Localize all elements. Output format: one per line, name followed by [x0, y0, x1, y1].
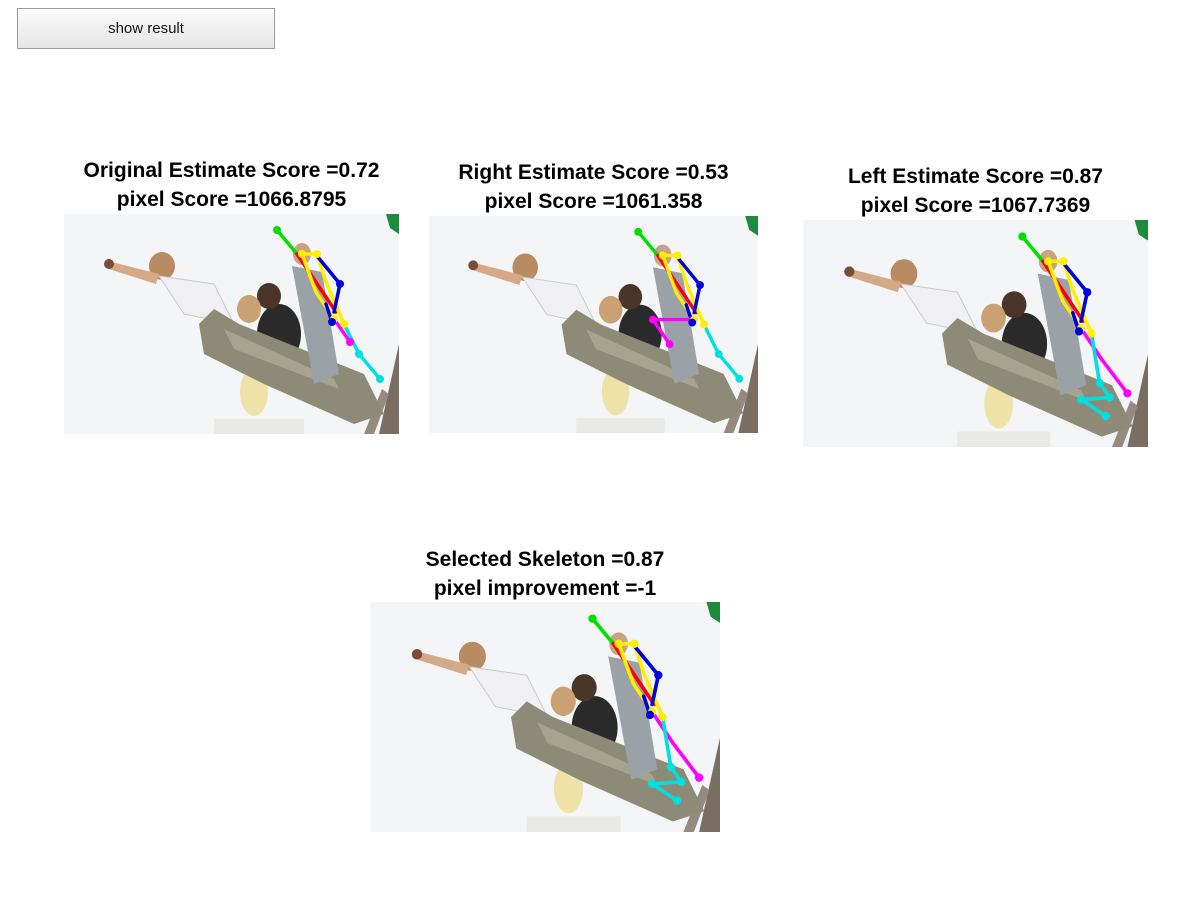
panel-title: Left Estimate Score =0.87 pixel Score =1… [803, 162, 1148, 220]
pose-image [429, 216, 758, 433]
pose-image [370, 602, 720, 832]
panel-title: Original Estimate Score =0.72 pixel Scor… [64, 156, 399, 214]
score-label: Original Estimate Score =0.72 [83, 159, 380, 182]
selected-skeleton-panel: Selected Skeleton =0.87 pixel improvemen… [370, 545, 720, 835]
left-estimate-panel: Left Estimate Score =0.87 pixel Score =1… [803, 162, 1148, 448]
pixel-score-label: pixel Score =1061.358 [484, 190, 703, 213]
pixel-score-label: pixel Score =1066.8795 [116, 188, 347, 211]
original-estimate-panel: Original Estimate Score =0.72 pixel Scor… [64, 156, 399, 436]
score-label: Right Estimate Score =0.53 [458, 161, 729, 184]
pose-image [64, 214, 399, 434]
score-label: Left Estimate Score =0.87 [847, 165, 1104, 188]
right-estimate-panel: Right Estimate Score =0.53 pixel Score =… [429, 158, 758, 434]
pose-image [803, 220, 1148, 447]
pixel-score-label: pixel Score =1067.7369 [860, 194, 1091, 217]
score-label: Selected Skeleton =0.87 [425, 548, 665, 571]
pixel-improvement-label: pixel improvement =-1 [433, 577, 657, 600]
panel-title: Right Estimate Score =0.53 pixel Score =… [429, 158, 758, 216]
panel-title: Selected Skeleton =0.87 pixel improvemen… [370, 545, 720, 603]
show-result-button[interactable]: show result [17, 8, 275, 49]
